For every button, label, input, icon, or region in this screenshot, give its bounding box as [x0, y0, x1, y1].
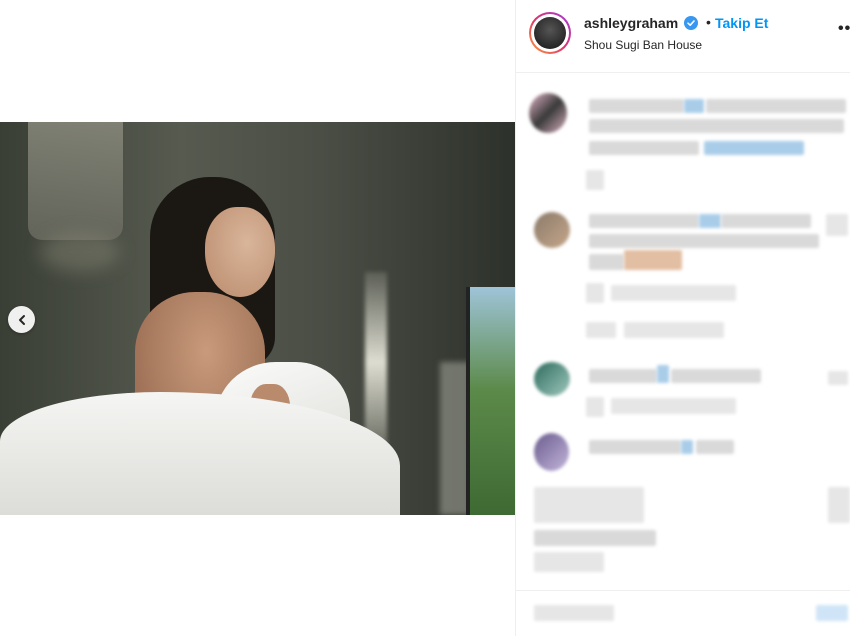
post-date [534, 552, 604, 572]
likes-count[interactable] [534, 530, 656, 546]
comments-sidebar: ashleygraham • Takip Et Shou Sugi Ban Ho… [515, 0, 850, 636]
window-frame [466, 287, 470, 515]
comment-text [721, 214, 811, 228]
add-comment-input[interactable] [534, 605, 614, 621]
avatar[interactable] [529, 12, 571, 54]
view-replies[interactable] [624, 322, 724, 338]
location-link[interactable]: Shou Sugi Ban House [584, 38, 702, 52]
username-link[interactable]: ashleygraham [584, 15, 678, 31]
comment-mention[interactable] [699, 214, 721, 228]
comment-meta [611, 285, 736, 301]
comment-avatar[interactable] [534, 433, 569, 471]
comment-text [671, 369, 761, 383]
avatar-ring-gap [531, 14, 569, 52]
comment-avatar[interactable] [529, 93, 567, 133]
save-icon[interactable] [828, 487, 850, 523]
media-pane [0, 0, 515, 636]
comment-meta [611, 398, 736, 414]
comment-avatar[interactable] [534, 362, 570, 396]
like-icon[interactable] [826, 214, 848, 236]
sunlight-stripe [365, 272, 387, 452]
comment-meta [586, 170, 604, 190]
follow-button[interactable]: Takip Et [715, 15, 768, 31]
comment-text [589, 234, 819, 248]
comment-meta [586, 397, 604, 417]
comment-mention[interactable] [684, 99, 704, 113]
comment-text [589, 369, 657, 383]
lamp-glow [40, 232, 120, 272]
separator-dot: • [706, 14, 711, 30]
comment-emoji [624, 250, 682, 270]
avatar-image [534, 17, 566, 49]
more-options-icon[interactable]: ••• [838, 20, 850, 38]
previous-image-button[interactable] [8, 306, 35, 333]
comment-meta [586, 283, 604, 303]
comment-mention[interactable] [704, 141, 804, 155]
comment-text [696, 440, 734, 454]
comment-mention[interactable] [657, 365, 669, 383]
face [205, 207, 275, 297]
comment-text [589, 141, 699, 155]
comment-text [706, 99, 846, 113]
post-comment-button[interactable] [816, 605, 848, 621]
comment-avatar[interactable] [534, 212, 570, 248]
comment-text [589, 440, 681, 454]
like-icon[interactable] [828, 371, 848, 385]
comment-box-divider [516, 590, 850, 591]
action-icons[interactable] [534, 487, 644, 523]
comment-text [589, 99, 684, 113]
comment-text [589, 214, 699, 228]
verified-badge-icon [684, 16, 698, 30]
view-replies[interactable] [586, 322, 616, 338]
window [466, 287, 515, 515]
post-header: ashleygraham • Takip Et Shou Sugi Ban Ho… [516, 0, 850, 73]
comment-mention[interactable] [681, 440, 693, 454]
post-photo[interactable] [0, 122, 515, 515]
chevron-left-icon [18, 314, 25, 325]
comment-text [589, 119, 844, 133]
comment-text [589, 254, 624, 270]
lampshade [28, 122, 123, 240]
